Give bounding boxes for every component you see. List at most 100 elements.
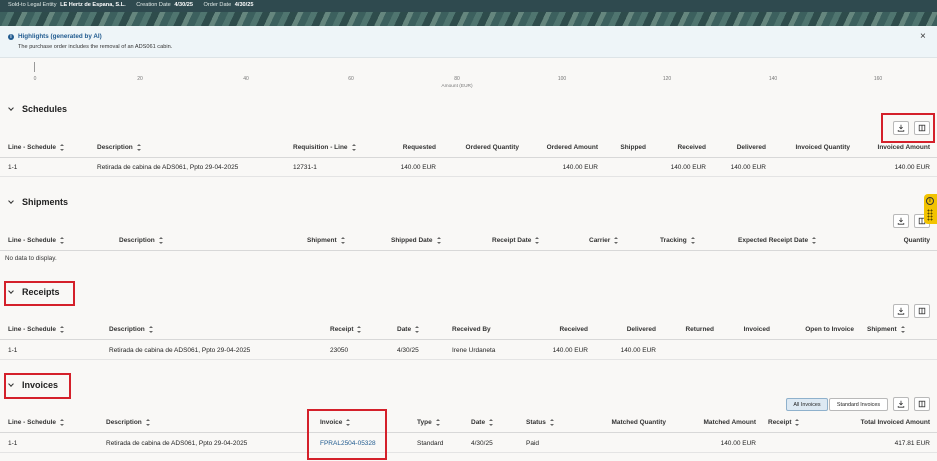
sort-icon: [136, 144, 142, 151]
axis-tick: 100: [557, 76, 567, 82]
col-header[interactable]: Tracking: [660, 231, 696, 250]
col-header[interactable]: Description: [109, 320, 154, 339]
col-header[interactable]: Date: [397, 320, 420, 339]
download-button[interactable]: [893, 304, 909, 318]
col-header[interactable]: Receipt: [330, 320, 362, 339]
sort-icon: [415, 326, 420, 333]
col-header[interactable]: Expected Receipt Date: [738, 231, 817, 250]
col-header[interactable]: Ordered Quantity: [449, 138, 519, 157]
col-header[interactable]: Invoice: [320, 413, 351, 432]
sort-icon: [900, 326, 906, 333]
table-row[interactable]: 1-1 Retirada de cabina de ADS061, Ppto 2…: [0, 341, 937, 360]
table-row[interactable]: 1-1 Retirada de cabina de ADS061, Ppto 2…: [0, 434, 937, 453]
invoice-link[interactable]: FPRAL2504-05328: [320, 434, 376, 452]
col-header[interactable]: Receipt: [768, 413, 800, 432]
sort-icon: [145, 419, 151, 426]
sort-icon: [346, 419, 351, 426]
invoices-section-toggle[interactable]: Invoices: [8, 380, 58, 390]
sort-icon: [489, 419, 494, 426]
cell: 140.00 EUR: [730, 163, 766, 171]
col-header[interactable]: Ordered Amount: [528, 138, 598, 157]
col-header[interactable]: Total Invoiced Amount: [850, 413, 930, 432]
creation-date-label: Creation Date: [136, 2, 171, 8]
schedules-section-toggle[interactable]: Schedules: [8, 104, 67, 114]
columns-icon: [918, 124, 926, 132]
col-header[interactable]: Line - Schedule: [8, 413, 65, 432]
sort-icon: [535, 237, 540, 244]
order-date-value: 4/30/25: [234, 2, 254, 8]
drag-handle-icon: [927, 209, 933, 221]
col-header[interactable]: Delivered: [720, 138, 766, 157]
cell: Retirada de cabina de ADS061, Ppto 29-04…: [109, 346, 251, 354]
col-header[interactable]: Matched Quantity: [600, 413, 666, 432]
sort-icon: [60, 237, 65, 244]
col-header[interactable]: Description: [119, 231, 164, 250]
col-header[interactable]: Invoiced: [726, 320, 770, 339]
download-button[interactable]: [893, 214, 909, 228]
axis-tick: 160: [873, 76, 883, 82]
col-header[interactable]: Shipment: [867, 320, 906, 339]
col-header[interactable]: Returned: [670, 320, 714, 339]
col-header[interactable]: Received: [540, 320, 588, 339]
table-row[interactable]: 1-1 Retirada de cabina de ADS061, Ppto 2…: [0, 158, 937, 177]
download-button[interactable]: [893, 121, 909, 135]
col-header[interactable]: Shipped: [602, 138, 646, 157]
col-header[interactable]: Carrier: [589, 231, 619, 250]
legal-entity-label: Sold-to Legal Entity: [8, 2, 57, 8]
columns-button[interactable]: [914, 304, 930, 318]
sort-icon: [795, 419, 800, 426]
standard-invoices-filter[interactable]: Standard Invoices: [829, 398, 888, 411]
chevron-down-icon: [8, 106, 14, 112]
receipts-section-toggle[interactable]: Receipts: [8, 287, 60, 297]
col-header[interactable]: Description: [97, 138, 142, 157]
sort-icon: [614, 237, 619, 244]
shipments-section-toggle[interactable]: Shipments: [8, 197, 68, 207]
close-icon[interactable]: ×: [920, 31, 926, 42]
col-header[interactable]: Type: [417, 413, 441, 432]
invoices-title: Invoices: [22, 380, 59, 390]
all-invoices-filter[interactable]: All Invoices: [786, 398, 828, 411]
cell: Retirada de cabina de ADS061, Ppto 29-04…: [106, 439, 248, 447]
col-header[interactable]: Received By: [452, 320, 491, 339]
col-header[interactable]: Shipped Date: [391, 231, 442, 250]
ai-highlights-banner: i Highlights (generated by AI) The purch…: [0, 26, 937, 58]
download-icon: [897, 400, 905, 408]
cell: 12731-1: [293, 163, 317, 171]
col-header[interactable]: Open to Invoice: [790, 320, 854, 339]
col-header[interactable]: Line - Schedule: [8, 138, 65, 157]
header-banner-pattern: [0, 12, 937, 26]
col-header[interactable]: Receipt Date: [492, 231, 540, 250]
columns-button[interactable]: [914, 397, 930, 411]
col-header[interactable]: Received: [660, 138, 706, 157]
col-header[interactable]: Line - Schedule: [8, 320, 65, 339]
download-button[interactable]: [893, 397, 909, 411]
creation-date-value: 4/30/25: [174, 2, 193, 8]
col-header[interactable]: Requested: [376, 138, 436, 157]
col-header[interactable]: Quantity: [880, 231, 930, 250]
cell: Paid: [526, 439, 540, 447]
columns-button[interactable]: [914, 121, 930, 135]
sort-icon: [357, 326, 362, 333]
sort-icon: [435, 419, 441, 426]
columns-icon: [918, 307, 926, 315]
col-header[interactable]: Shipment: [307, 231, 346, 250]
col-header[interactable]: Requisition - Line: [293, 138, 357, 157]
col-header[interactable]: Matched Amount: [690, 413, 756, 432]
sort-icon: [60, 144, 65, 151]
cell: 140.00 EUR: [720, 439, 756, 447]
col-header[interactable]: Description: [106, 413, 151, 432]
cell: Irene Urdaneta: [452, 346, 496, 354]
col-header[interactable]: Invoiced Amount: [862, 138, 930, 157]
col-header[interactable]: Date: [471, 413, 494, 432]
col-header[interactable]: Invoiced Quantity: [780, 138, 850, 157]
columns-icon: [918, 400, 926, 408]
chevron-down-icon: [8, 382, 14, 388]
receipts-table-header: Line - Schedule Description Receipt Date…: [0, 320, 937, 340]
header-meta: Sold-to Legal Entity LE Hertz de Espana,…: [8, 2, 262, 8]
col-header[interactable]: Line - Schedule: [8, 231, 65, 250]
col-header[interactable]: Status: [526, 413, 555, 432]
cell: 140.00 EUR: [562, 163, 598, 171]
side-panel-tab[interactable]: i: [924, 194, 937, 224]
download-icon: [897, 217, 905, 225]
col-header[interactable]: Delivered: [608, 320, 656, 339]
